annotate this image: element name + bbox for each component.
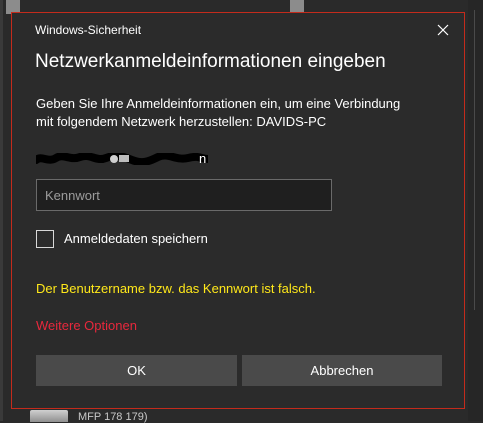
connection-message: Geben Sie Ihre Anmeldeinformationen ein,… [36,95,446,131]
remember-credentials-toggle[interactable]: Anmeldedaten speichern [36,229,208,249]
background-window-panel [468,0,483,421]
remember-label: Anmeldedaten speichern [64,231,208,246]
username-display: n [36,151,236,167]
background-window-edge [0,0,3,421]
window-title: Windows-Sicherheit [35,23,142,37]
remember-checkbox[interactable] [36,230,54,248]
redacted-username-scribble [36,153,208,165]
cancel-button[interactable]: Abbrechen [242,355,442,386]
username-suffix: n [199,151,207,166]
background-item-label: MFP 178 179) [78,411,148,423]
close-icon [437,24,449,36]
dialog-heading: Netzwerkanmeldeinformationen eingeben [35,51,386,72]
error-message: Der Benutzername bzw. das Kennwort ist f… [36,281,316,296]
close-button[interactable] [430,19,456,41]
printer-icon [30,410,68,422]
password-input[interactable] [36,179,332,211]
background-divider [474,10,475,310]
credentials-dialog: Windows-Sicherheit Netzwerkanmeldeinform… [11,12,465,409]
message-line: Geben Sie Ihre Anmeldeinformationen ein,… [36,96,401,111]
ok-button[interactable]: OK [36,355,237,386]
more-options-link[interactable]: Weitere Optionen [36,318,137,334]
message-line: mit folgendem Netzwerk herzustellen: DAV… [36,114,327,129]
